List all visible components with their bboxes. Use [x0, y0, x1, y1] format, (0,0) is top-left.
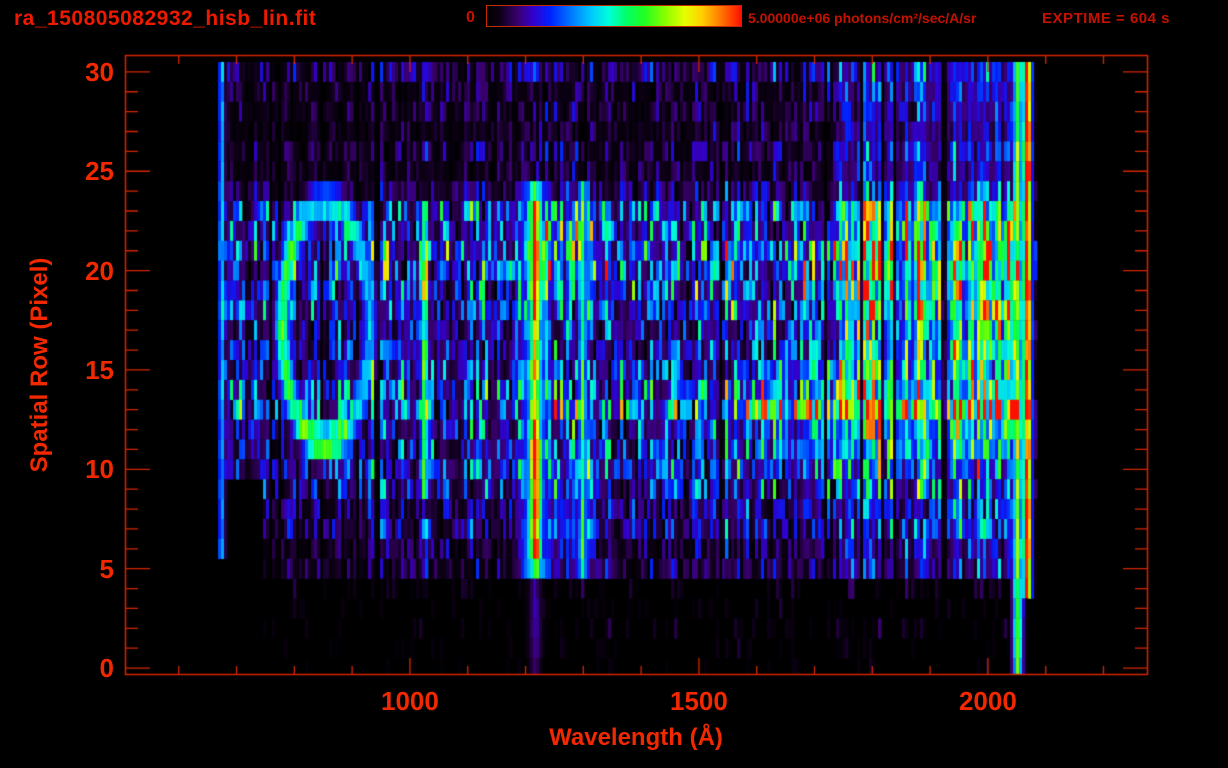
- fits-spectrum-viewer: ra_150805082932_hisb_lin.fit 0 5.00000e+…: [0, 0, 1228, 768]
- spectral-heatmap-canvas: [0, 0, 1228, 768]
